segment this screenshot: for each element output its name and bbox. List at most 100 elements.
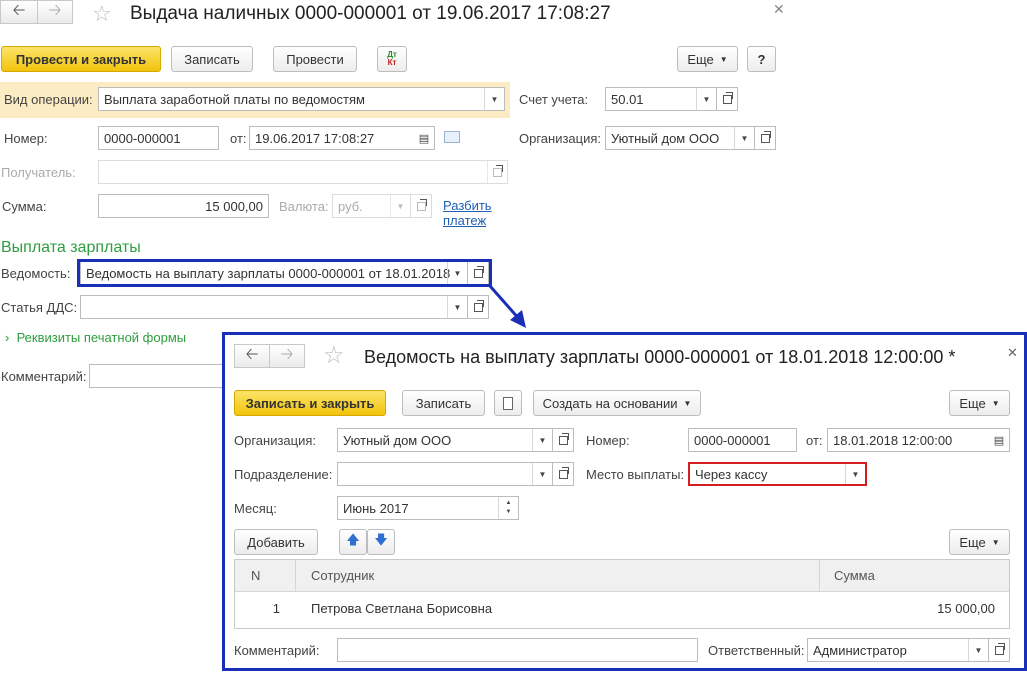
op-type-select[interactable]: Выплата заработной платы по ведомостям ▼	[98, 87, 505, 111]
comment-field[interactable]	[89, 364, 229, 388]
save-and-close-button[interactable]: Записать и закрыть	[234, 390, 386, 416]
dropdown-arrow-icon[interactable]: ▼	[696, 88, 716, 110]
dropdown-arrow-icon[interactable]: ▼	[734, 127, 754, 149]
number-field[interactable]: 0000-000001	[98, 126, 219, 150]
create-based-on-button[interactable]: Создать на основании ▼	[533, 390, 701, 416]
sum-field[interactable]: 15 000,00	[98, 194, 269, 218]
post-and-close-button[interactable]: Провести и закрыть	[1, 46, 161, 72]
open-responsible-button[interactable]	[988, 638, 1010, 662]
arrow-left-icon: 🡠	[245, 345, 259, 363]
dropdown-arrow-icon[interactable]: ▼	[532, 463, 552, 485]
spinner-icon[interactable]: ▲ ▼	[498, 497, 518, 519]
print-icon[interactable]	[494, 390, 522, 416]
split-payment-link[interactable]: Разбить платеж	[443, 198, 492, 228]
date-field[interactable]: 18.01.2018 12:00:00 ▤	[827, 428, 1010, 452]
month-label: Месяц:	[234, 501, 277, 516]
org-select[interactable]: Уютный дом ООО ▼	[605, 126, 755, 150]
org-label: Организация:	[519, 131, 602, 146]
dropdown-arrow-icon[interactable]: ▼	[845, 464, 865, 484]
column-header-employee: Сотрудник	[311, 568, 375, 583]
forward-button[interactable]: 🡢	[269, 344, 305, 368]
statement-window: 🡠 🡢 ☆ Ведомость на выплату зарплаты 0000…	[222, 332, 1027, 671]
dds-select[interactable]: ▼	[80, 295, 468, 319]
division-label: Подразделение:	[234, 467, 333, 482]
number-label: Номер:	[586, 433, 630, 448]
dropdown-arrow-icon[interactable]: ▼	[968, 639, 988, 661]
number-field[interactable]: 0000-000001	[688, 428, 797, 452]
employee-table: N Сотрудник Сумма 1 Петрова Светлана Бор…	[234, 559, 1010, 629]
number-label: Номер:	[4, 131, 48, 146]
help-button[interactable]: ?	[747, 46, 776, 72]
dds-label: Статья ДДС:	[1, 300, 78, 315]
calendar-icon[interactable]: ▤	[414, 127, 434, 149]
dropdown-arrow-icon: ▼	[991, 398, 1000, 408]
print-details-toggle[interactable]: › Реквизиты печатной формы	[5, 330, 186, 345]
open-icon	[994, 642, 1005, 655]
dropdown-arrow-icon[interactable]: ▼	[390, 195, 410, 217]
window-title: Ведомость на выплату зарплаты 0000-00000…	[364, 347, 956, 367]
dt-kt-icon[interactable]: Дт Кт	[377, 46, 407, 72]
account-select[interactable]: 50.01 ▼	[605, 87, 717, 111]
table-more-button[interactable]: Еще ▼	[949, 529, 1010, 555]
open-account-button[interactable]	[716, 87, 738, 111]
favorite-star-icon[interactable]: ☆	[323, 341, 345, 370]
statement-label: Ведомость:	[1, 266, 71, 281]
move-down-icon[interactable]: 🡇	[367, 529, 395, 555]
open-icon	[416, 198, 427, 211]
dropdown-arrow-icon[interactable]: ▼	[484, 88, 504, 110]
favorite-star-icon[interactable]: ☆	[92, 1, 112, 27]
open-org-button[interactable]	[754, 126, 776, 150]
open-icon	[558, 432, 569, 445]
open-icon	[760, 130, 771, 143]
comment-label: Комментарий:	[1, 369, 87, 384]
recipient-field[interactable]	[98, 160, 508, 184]
org-select[interactable]: Уютный дом ООО ▼	[337, 428, 553, 452]
more-button[interactable]: Еще ▼	[677, 46, 738, 72]
more-button[interactable]: Еще ▼	[949, 390, 1010, 416]
open-org-button[interactable]	[552, 428, 574, 452]
dropdown-arrow-icon[interactable]: ▼	[532, 429, 552, 451]
connector-arrow	[488, 285, 526, 328]
responsible-label: Ответственный:	[708, 643, 805, 658]
open-icon	[722, 91, 733, 104]
recipient-label: Получатель:	[1, 165, 76, 180]
post-button[interactable]: Провести	[273, 46, 357, 72]
pay-place-select[interactable]: Через кассу ▼	[688, 462, 867, 486]
arrow-right-icon: 🡢	[280, 345, 294, 363]
save-button[interactable]: Записать	[171, 46, 253, 72]
month-field[interactable]: Июнь 2017 ▲ ▼	[337, 496, 519, 520]
pay-place-label: Место выплаты:	[586, 467, 685, 482]
dropdown-arrow-icon: ▼	[719, 54, 728, 64]
back-button[interactable]: 🡠	[0, 0, 38, 24]
open-icon[interactable]	[487, 161, 507, 183]
table-row[interactable]: 1 Петрова Светлана Борисовна 15 000,00	[235, 592, 1009, 628]
close-icon[interactable]: ✕	[1007, 345, 1018, 361]
open-division-button[interactable]	[552, 462, 574, 486]
open-icon	[558, 466, 569, 479]
open-currency-button[interactable]	[410, 194, 432, 218]
table-header: N Сотрудник Сумма	[235, 560, 1009, 592]
division-select[interactable]: ▼	[337, 462, 553, 486]
comment-field[interactable]	[337, 638, 698, 662]
sum-label: Сумма:	[2, 199, 47, 214]
page-title: Выдача наличных 0000-000001 от 19.06.201…	[130, 3, 611, 24]
add-row-button[interactable]: Добавить	[234, 529, 318, 555]
cell-employee: Петрова Светлана Борисовна	[311, 601, 493, 616]
date-label: от:	[806, 433, 823, 448]
currency-select[interactable]: руб. ▼	[332, 194, 411, 218]
cell-n: 1	[272, 601, 280, 616]
save-button[interactable]: Записать	[402, 390, 485, 416]
close-icon[interactable]: ✕	[773, 1, 785, 18]
back-button[interactable]: 🡠	[234, 344, 270, 368]
dropdown-arrow-icon[interactable]: ▼	[447, 296, 467, 318]
document-list-icon[interactable]	[444, 131, 460, 143]
calendar-icon[interactable]: ▤	[989, 429, 1009, 451]
forward-button[interactable]: 🡢	[37, 0, 73, 24]
statement-highlight-frame	[77, 259, 492, 287]
arrow-right-icon: 🡢	[48, 1, 62, 19]
date-field[interactable]: 19.06.2017 17:08:27 ▤	[249, 126, 435, 150]
responsible-select[interactable]: Администратор ▼	[807, 638, 989, 662]
account-label: Счет учета:	[519, 92, 589, 107]
column-header-n: N	[251, 568, 261, 583]
move-up-icon[interactable]: 🡅	[339, 529, 367, 555]
